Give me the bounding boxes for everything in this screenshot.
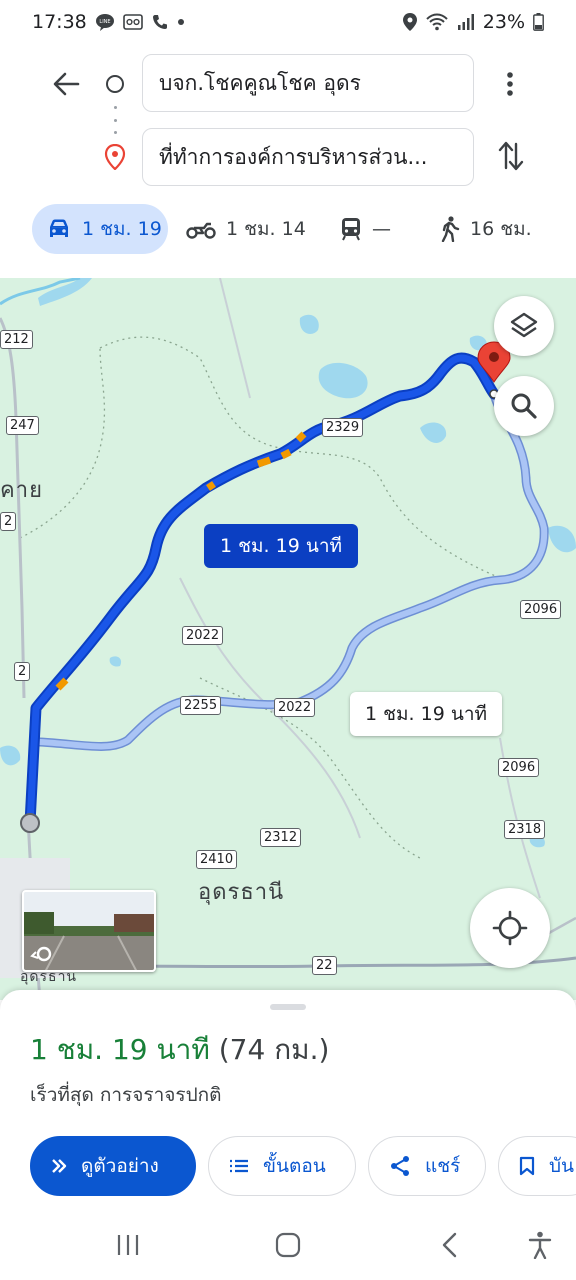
my-location-button[interactable] bbox=[470, 888, 550, 968]
swap-vert-icon bbox=[498, 141, 524, 171]
call-icon bbox=[151, 13, 169, 31]
accessibility-icon bbox=[528, 1231, 552, 1259]
road-shield: 247 bbox=[6, 416, 39, 435]
street-view-thumbnail[interactable] bbox=[22, 890, 156, 972]
tab-transit-label: — bbox=[372, 218, 391, 240]
road-shield: 2 bbox=[0, 512, 17, 531]
recents-icon bbox=[117, 1235, 139, 1255]
svg-text:LINE: LINE bbox=[99, 19, 110, 25]
maps-directions-screen: 17:38 LINE 23% บจก.โชคคูณโชค อุดร ที่ทำก… bbox=[0, 0, 576, 1280]
back-nav-button[interactable] bbox=[430, 1228, 470, 1262]
road-shield: 2022 bbox=[274, 698, 316, 717]
signal-icon bbox=[457, 14, 475, 30]
place-label: คาย bbox=[0, 478, 43, 503]
bookmark-icon bbox=[519, 1156, 535, 1176]
double-chevron-right-icon bbox=[52, 1159, 67, 1173]
crosshair-icon bbox=[492, 910, 528, 946]
tab-walking[interactable]: 16 ชม. bbox=[440, 204, 532, 254]
route-subtitle: เร็วที่สุด การจราจรปกติ bbox=[30, 1084, 222, 1106]
battery-icon bbox=[533, 13, 544, 31]
destination-pin-icon bbox=[104, 143, 126, 174]
place-label: อุดรธานี bbox=[198, 880, 285, 905]
road-shield: 2318 bbox=[504, 820, 546, 839]
travel-mode-tabs: 1 ชม. 19 1 ชม. 14 — 16 ชม. bbox=[0, 204, 576, 256]
wifi-icon bbox=[425, 13, 449, 31]
battery-percent: 23% bbox=[482, 11, 525, 33]
notification-dot-icon bbox=[177, 18, 185, 26]
back-button[interactable] bbox=[48, 66, 84, 102]
origin-input[interactable]: บจก.โชคคูณโชค อุดร bbox=[142, 54, 474, 112]
route-primary-label[interactable]: 1 ชม. 19 นาที bbox=[204, 524, 358, 568]
arrow-back-icon bbox=[53, 72, 80, 96]
road-shield: 2 bbox=[14, 662, 31, 681]
home-icon bbox=[275, 1232, 301, 1258]
layers-icon bbox=[510, 312, 538, 338]
transit-icon bbox=[342, 218, 360, 241]
share-button-label: แชร์ bbox=[425, 1155, 461, 1177]
home-button[interactable] bbox=[268, 1228, 308, 1262]
steps-button-label: ขั้นตอน bbox=[263, 1155, 326, 1177]
motorcycle-icon bbox=[186, 222, 216, 239]
preview-button-label: ดูตัวอย่าง bbox=[81, 1155, 159, 1177]
share-icon bbox=[391, 1156, 409, 1176]
road-shield: 2410 bbox=[196, 850, 238, 869]
chevron-left-icon bbox=[442, 1232, 457, 1258]
tab-motorcycle[interactable]: 1 ชม. 14 bbox=[186, 204, 306, 254]
tab-walking-label: 16 ชม. bbox=[470, 218, 532, 240]
recent-apps-button[interactable] bbox=[108, 1228, 148, 1262]
accessibility-button[interactable] bbox=[520, 1228, 560, 1262]
road-shield: 2022 bbox=[182, 626, 224, 645]
layers-button[interactable] bbox=[494, 296, 554, 356]
road-shield: 2096 bbox=[498, 758, 540, 777]
line-app-icon: LINE bbox=[95, 13, 115, 31]
save-button[interactable]: บัน bbox=[498, 1136, 576, 1196]
road-shield: 22 bbox=[312, 956, 337, 975]
more-options-button[interactable] bbox=[494, 66, 526, 102]
car-icon bbox=[50, 219, 68, 237]
save-button-label: บัน bbox=[549, 1155, 575, 1177]
swap-endpoints-button[interactable] bbox=[492, 136, 530, 176]
origin-circle-icon bbox=[106, 75, 124, 93]
route-distance: (74 กม.) bbox=[218, 1033, 330, 1066]
road-shield: 2329 bbox=[322, 418, 364, 437]
map-view[interactable]: 212 247 2 2 2329 2022 2255 2022 2096 209… bbox=[0, 278, 576, 1000]
tab-driving-label: 1 ชม. 19 bbox=[82, 218, 162, 240]
walk-icon bbox=[441, 216, 460, 242]
road-shield: 2312 bbox=[260, 828, 302, 847]
road-shield: 2096 bbox=[520, 600, 562, 619]
list-icon bbox=[230, 1159, 248, 1173]
steps-button[interactable]: ขั้นตอน bbox=[208, 1136, 356, 1196]
map-search-button[interactable] bbox=[494, 376, 554, 436]
voicemail-icon bbox=[122, 14, 143, 30]
route-alt-label[interactable]: 1 ชม. 19 นาที bbox=[350, 692, 502, 736]
sheet-drag-handle[interactable] bbox=[270, 1004, 306, 1010]
tab-transit[interactable]: — bbox=[340, 204, 391, 254]
route-actions: ดูตัวอย่าง ขั้นตอน แชร์ บัน bbox=[30, 1136, 576, 1196]
location-icon bbox=[402, 13, 417, 31]
road-shield: 212 bbox=[0, 330, 33, 349]
more-vert-icon bbox=[507, 72, 513, 96]
search-icon bbox=[511, 393, 537, 419]
preview-button[interactable]: ดูตัวอย่าง bbox=[30, 1136, 196, 1196]
route-duration: 1 ชม. 19 นาที (74 กม.) bbox=[30, 1028, 329, 1072]
route-connector-dots bbox=[113, 106, 117, 134]
destination-input[interactable]: ที่ทำการองค์การบริหารส่วน... bbox=[142, 128, 474, 186]
route-summary-sheet: 1 ชม. 19 นาที (74 กม.) เร็วที่สุด การจรา… bbox=[0, 990, 576, 1220]
status-bar: 17:38 LINE 23% bbox=[0, 0, 576, 44]
tab-motorcycle-label: 1 ชม. 14 bbox=[226, 218, 306, 240]
route-duration-time: 1 ชม. 19 นาที bbox=[30, 1033, 210, 1066]
system-nav-bar bbox=[0, 1210, 576, 1280]
status-time: 17:38 bbox=[32, 11, 87, 33]
directions-header: บจก.โชคคูณโชค อุดร ที่ทำการองค์การบริหาร… bbox=[0, 44, 576, 278]
road-shield: 2255 bbox=[180, 696, 222, 715]
share-button[interactable]: แชร์ bbox=[368, 1136, 486, 1196]
tab-driving[interactable]: 1 ชม. 19 bbox=[32, 204, 168, 254]
